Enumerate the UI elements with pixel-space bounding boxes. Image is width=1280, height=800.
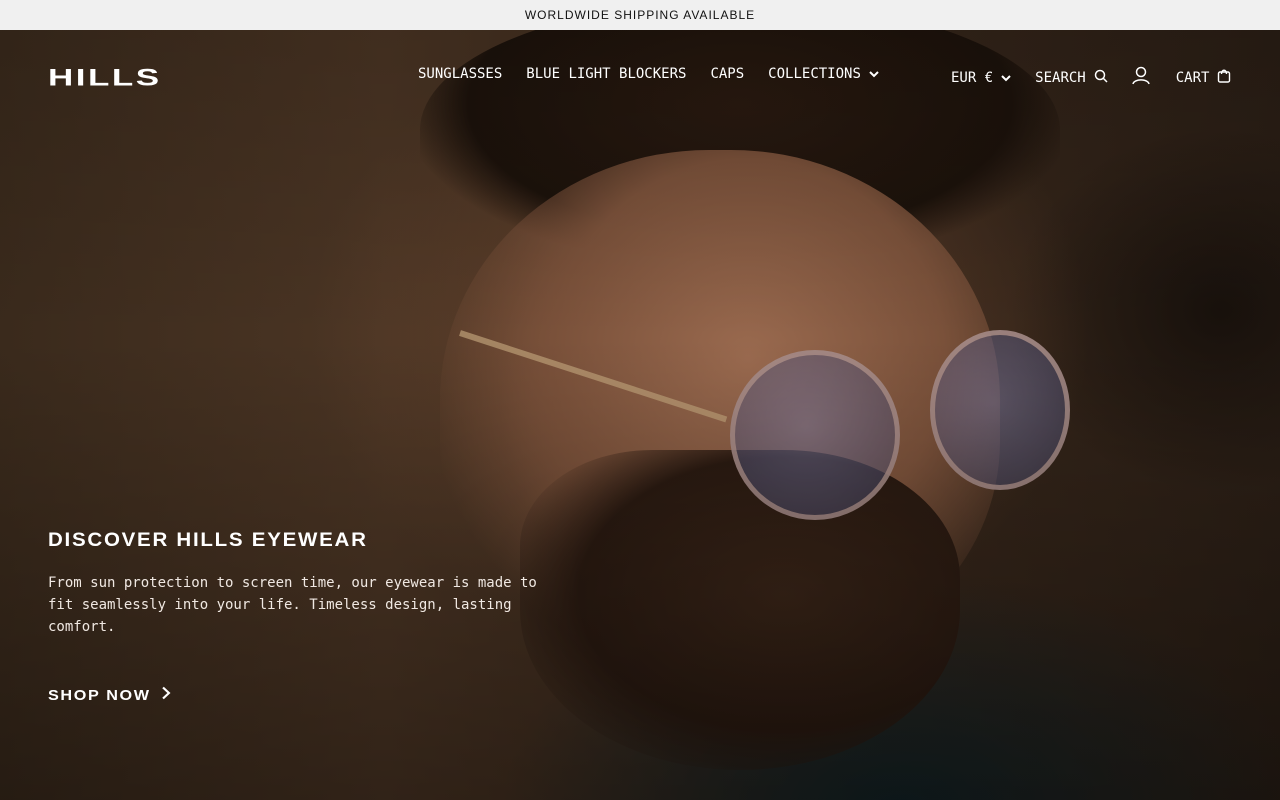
nav-item-label: CAPS	[710, 66, 745, 82]
main-nav: SUNGLASSES BLUE LIGHT BLOCKERS CAPS COLL…	[418, 66, 879, 82]
user-icon	[1131, 66, 1150, 89]
hero-photo-lens-right	[930, 330, 1070, 490]
chevron-right-icon	[161, 686, 171, 704]
hero-photo-beard	[520, 450, 960, 770]
hero-title: DISCOVER HILLS EYEWEAR	[48, 530, 368, 551]
hero-photo-lens-left	[730, 350, 900, 520]
nav-item-caps[interactable]: CAPS	[710, 66, 744, 82]
nav-item-blue-light-blockers[interactable]: BLUE LIGHT BLOCKERS	[526, 66, 686, 82]
site-header: HILLS SUNGLASSES BLUE LIGHT BLOCKERS CAP…	[0, 30, 1280, 120]
announcement-bar: WORLDWIDE SHIPPING AVAILABLE	[0, 0, 1280, 30]
nav-item-sunglasses[interactable]: SUNGLASSES	[418, 66, 502, 82]
hero-description: From sun protection to screen time, our …	[48, 575, 537, 635]
shop-now-button[interactable]: SHOP NOW	[48, 686, 171, 704]
nav-item-collections[interactable]: COLLECTIONS	[768, 66, 879, 82]
search-button[interactable]: SEARCH	[1035, 69, 1108, 87]
account-button[interactable]	[1131, 66, 1150, 89]
search-icon	[1094, 69, 1108, 87]
cart-button[interactable]: CART	[1176, 68, 1232, 87]
currency-selector[interactable]: EUR €	[951, 70, 1011, 86]
chevron-down-icon	[1001, 70, 1011, 86]
nav-item-label: COLLECTIONS	[768, 66, 861, 82]
currency-label: EUR €	[951, 69, 994, 86]
nav-item-label: SUNGLASSES	[418, 66, 503, 82]
announcement-text: WORLDWIDE SHIPPING AVAILABLE	[524, 8, 756, 22]
header-tools: EUR € SEARCH CART	[951, 66, 1231, 89]
cart-label: CART	[1175, 69, 1210, 86]
hero-content: DISCOVER HILLS EYEWEAR From sun protecti…	[48, 530, 568, 704]
search-label: SEARCH	[1035, 69, 1086, 86]
chevron-down-icon	[869, 66, 879, 82]
nav-item-label: BLUE LIGHT BLOCKERS	[526, 66, 687, 82]
site-logo[interactable]: HILLS	[48, 64, 162, 91]
bag-icon	[1217, 68, 1231, 87]
shop-now-label: SHOP NOW	[48, 686, 151, 704]
